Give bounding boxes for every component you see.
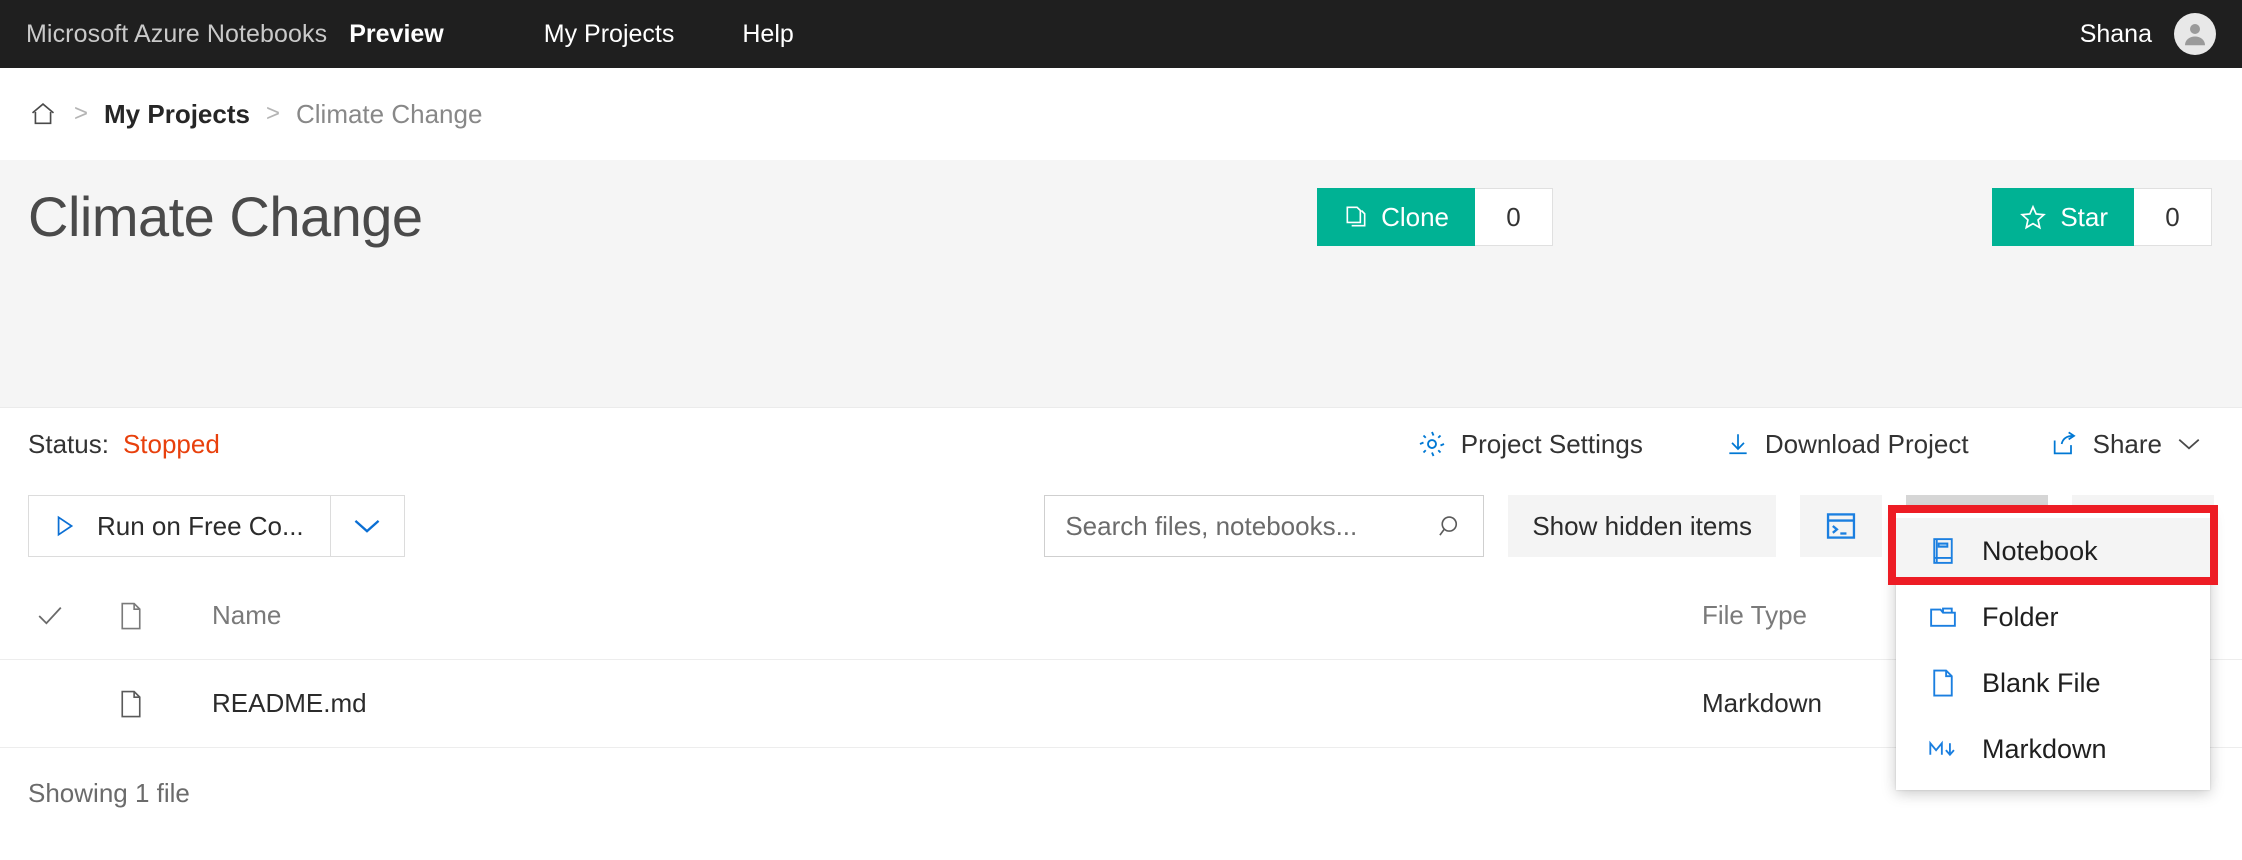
file-name[interactable]: README.md: [162, 688, 1702, 719]
file-icon: [100, 689, 162, 719]
project-settings-link[interactable]: Project Settings: [1417, 429, 1643, 460]
azure-notebooks-project-page: Microsoft Azure Notebooks Preview My Pro…: [0, 0, 2242, 860]
user-name-label[interactable]: Shana: [2080, 20, 2152, 49]
blank-file-icon: [1928, 668, 1958, 698]
project-settings-label: Project Settings: [1460, 428, 1643, 459]
search-placeholder: Search files, notebooks...: [1065, 510, 1358, 541]
breadcrumb-separator-2: >: [265, 100, 280, 127]
star-count: 0: [2134, 188, 2212, 246]
download-project-label: Download Project: [1764, 428, 1969, 459]
search-icon[interactable]: [1437, 513, 1465, 541]
markdown-icon: [1928, 737, 1958, 761]
breadcrumb-item-climate-change: Climate Change: [295, 98, 483, 129]
notebook-icon: [1928, 536, 1958, 566]
status-row: Status: Stopped Project Settings Downloa…: [0, 408, 2242, 480]
brand-title[interactable]: Microsoft Azure Notebooks: [26, 20, 327, 49]
run-button-dropdown-toggle[interactable]: [329, 496, 404, 556]
status-label: Status:: [28, 428, 109, 459]
status-badge: Stopped: [122, 428, 220, 459]
nav-help[interactable]: Help: [742, 20, 793, 49]
select-all-checkbox[interactable]: [0, 604, 100, 628]
clone-button-group: Clone 0: [1317, 188, 1553, 246]
preview-badge: Preview: [349, 19, 444, 48]
terminal-button[interactable]: [1800, 495, 1882, 557]
run-on-free-compute-button[interactable]: Run on Free Co...: [29, 496, 330, 556]
run-button-label: Run on Free Co...: [97, 510, 304, 541]
new-item-dropdown-menu: Notebook Folder Blank File Markdown: [1896, 512, 2210, 790]
clone-button[interactable]: Clone: [1317, 188, 1475, 246]
menu-item-notebook[interactable]: Notebook: [1896, 518, 2210, 584]
copy-icon: [1343, 203, 1369, 231]
download-project-link[interactable]: Download Project: [1725, 429, 1969, 460]
download-icon: [1725, 429, 1751, 459]
show-hidden-items-label: Show hidden items: [1532, 510, 1752, 541]
menu-item-blank-file[interactable]: Blank File: [1896, 650, 2210, 716]
user-avatar-icon[interactable]: [2174, 13, 2216, 55]
menu-item-folder[interactable]: Folder: [1896, 584, 2210, 650]
folder-icon: [1928, 604, 1958, 630]
star-icon: [2018, 203, 2048, 232]
page-title: Climate Change: [28, 185, 423, 248]
show-hidden-items-button[interactable]: Show hidden items: [1508, 495, 1776, 557]
menu-item-blank-file-label: Blank File: [1982, 667, 2101, 698]
share-icon: [2049, 430, 2079, 458]
column-header-name[interactable]: Name: [162, 600, 1702, 631]
clone-count: 0: [1475, 188, 1553, 246]
nav-my-projects[interactable]: My Projects: [544, 20, 675, 49]
run-button-group[interactable]: Run on Free Co...: [28, 495, 405, 557]
star-button-label: Star: [2060, 201, 2108, 232]
chevron-down-icon: [2176, 436, 2202, 452]
breadcrumb-item-my-projects[interactable]: My Projects: [104, 99, 250, 130]
top-navigation-bar: Microsoft Azure Notebooks Preview My Pro…: [0, 0, 2242, 68]
star-button[interactable]: Star: [1992, 188, 2134, 246]
file-count-footer: Showing 1 file: [28, 778, 190, 808]
gear-icon: [1417, 429, 1447, 459]
share-link[interactable]: Share: [2049, 429, 2202, 460]
star-button-group: Star 0: [1992, 188, 2212, 246]
home-icon[interactable]: [28, 100, 58, 128]
share-label: Share: [2092, 428, 2162, 459]
menu-item-folder-label: Folder: [1982, 601, 2059, 632]
terminal-icon: [1824, 511, 1858, 541]
play-icon: [51, 512, 77, 540]
menu-item-markdown[interactable]: Markdown: [1896, 716, 2210, 782]
clone-button-label: Clone: [1381, 201, 1449, 232]
search-input[interactable]: Search files, notebooks...: [1044, 495, 1485, 557]
menu-item-notebook-label: Notebook: [1982, 535, 2098, 566]
project-hero-band: Climate Change Clone 0 Star 0: [0, 160, 2242, 408]
file-icon: [100, 601, 162, 631]
breadcrumb-separator-1: >: [74, 100, 89, 127]
breadcrumb: > My Projects > Climate Change: [0, 68, 2242, 160]
menu-item-markdown-label: Markdown: [1982, 733, 2107, 764]
